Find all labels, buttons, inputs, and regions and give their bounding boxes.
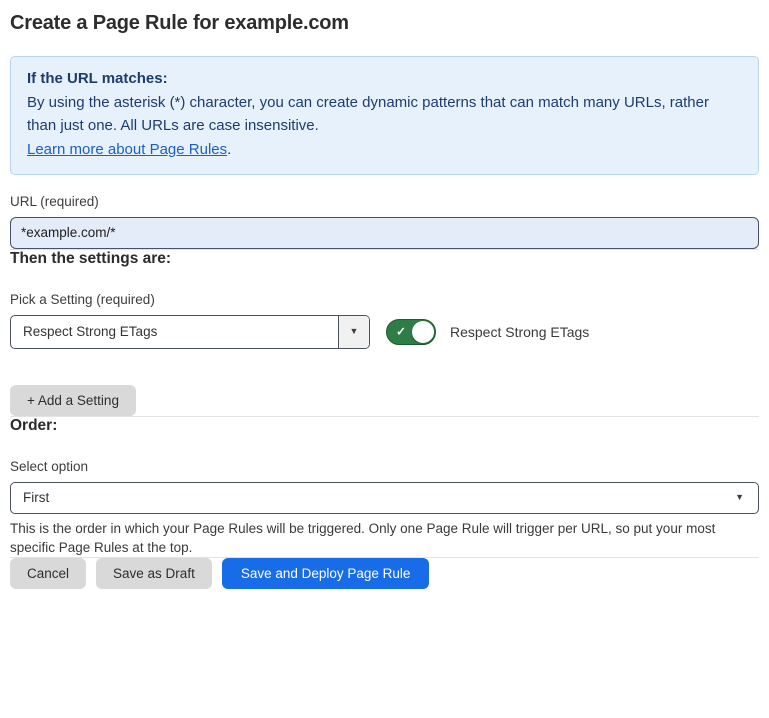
setting-picker-label: Pick a Setting (required) [10,292,759,307]
order-select[interactable]: First ▼ [10,482,759,514]
url-match-info-box: If the URL matches: By using the asteris… [10,56,759,175]
info-box-heading: If the URL matches: [27,67,742,91]
order-select-label: Select option [10,459,759,474]
setting-select[interactable]: Respect Strong ETags ▼ [10,315,370,349]
settings-section-heading: Then the settings are: [10,250,759,268]
setting-toggle[interactable]: ✓ [386,319,436,345]
check-icon: ✓ [396,324,406,338]
url-input[interactable] [10,217,759,249]
setting-toggle-label: Respect Strong ETags [450,324,589,340]
setting-row: Respect Strong ETags ▼ ✓ Respect Strong … [10,315,759,349]
link-suffix: . [227,141,231,158]
info-box-body: By using the asterisk (*) character, you… [27,91,742,138]
url-field-label: URL (required) [10,194,759,209]
setting-select-value: Respect Strong ETags [11,324,338,339]
caret-down-icon: ▼ [735,493,744,502]
learn-more-link[interactable]: Learn more about Page Rules [27,141,227,158]
save-draft-button[interactable]: Save as Draft [96,558,212,589]
create-page-rule-form: Create a Page Rule for example.com If th… [0,0,769,599]
toggle-knob [412,321,434,343]
caret-down-icon: ▼ [350,327,359,336]
cancel-button[interactable]: Cancel [10,558,86,589]
add-setting-button[interactable]: + Add a Setting [10,385,136,416]
info-box-link-line: Learn more about Page Rules. [27,138,742,162]
order-section-heading: Order: [10,417,759,435]
setting-select-caret-button[interactable]: ▼ [338,316,369,348]
order-select-value: First [11,490,735,505]
footer-actions: Cancel Save as Draft Save and Deploy Pag… [10,558,759,589]
page-title: Create a Page Rule for example.com [10,12,759,35]
save-deploy-button[interactable]: Save and Deploy Page Rule [222,558,430,589]
order-help-text: This is the order in which your Page Rul… [10,519,759,557]
